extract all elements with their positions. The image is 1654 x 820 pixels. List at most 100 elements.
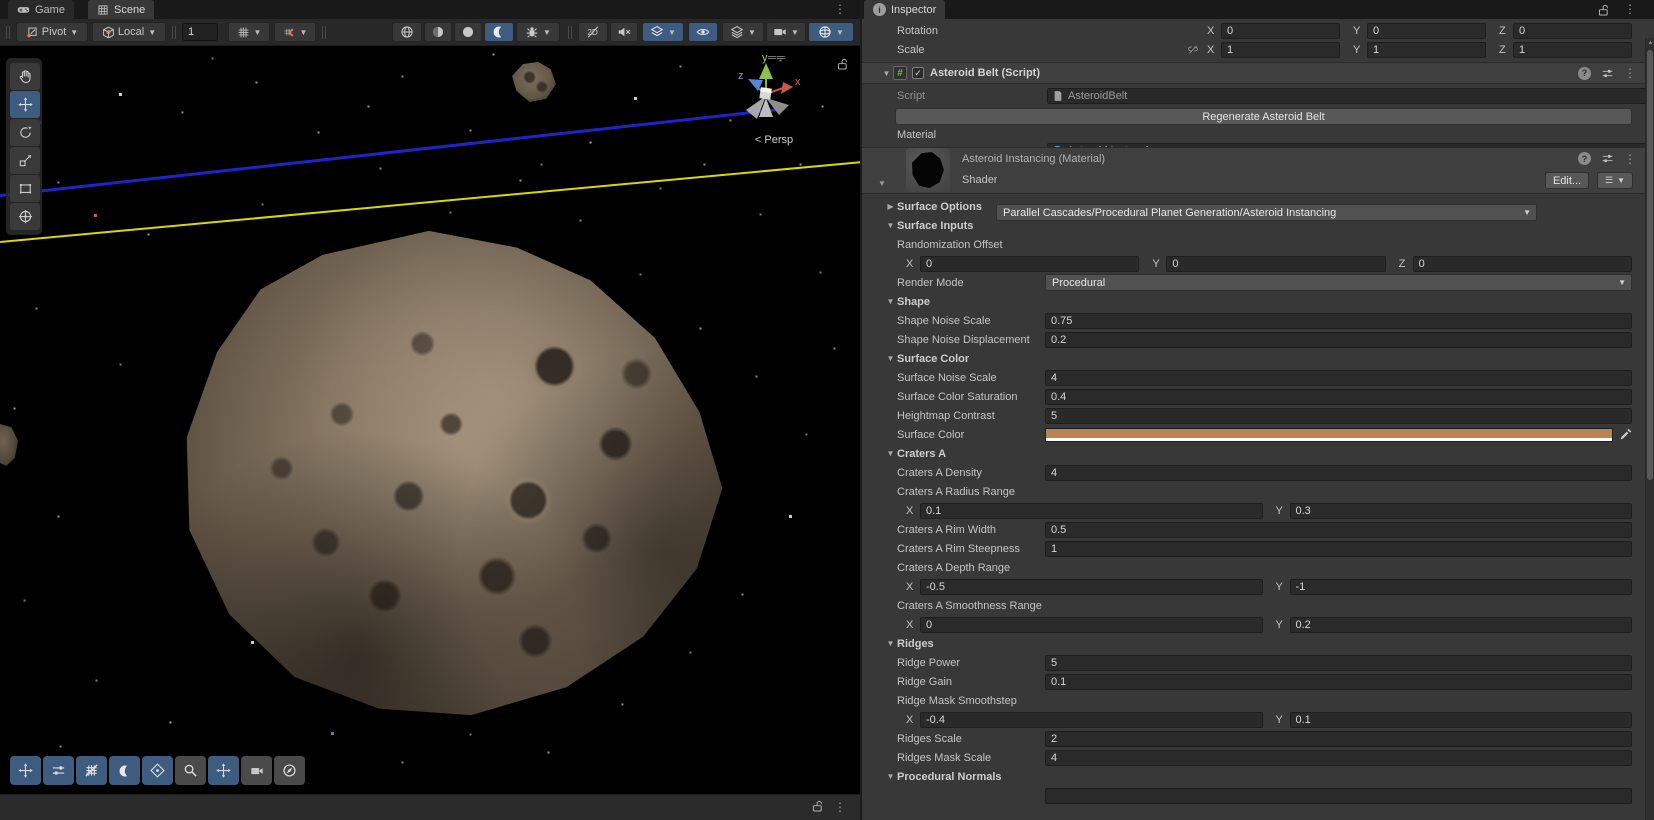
- asteroid-edge[interactable]: [0, 424, 18, 466]
- tab-game[interactable]: Game: [8, 0, 74, 19]
- scale-y-input[interactable]: [1367, 42, 1486, 58]
- foldout-arrow-icon[interactable]: ▼: [880, 69, 893, 78]
- overlay-effects-toggle[interactable]: ▼: [642, 22, 684, 42]
- regenerate-asteroid-belt-button[interactable]: Regenerate Asteroid Belt: [895, 108, 1632, 125]
- scale-x-input[interactable]: [1221, 42, 1340, 58]
- vec2-y-input[interactable]: [1289, 502, 1632, 519]
- toolbar-handle[interactable]: [6, 26, 10, 39]
- scale-tool-button[interactable]: [10, 147, 40, 174]
- field-heightmap-contrast[interactable]: [1045, 407, 1632, 424]
- inspector-scrollbar[interactable]: ▲: [1645, 38, 1654, 820]
- material-preview-thumbnail[interactable]: [906, 148, 950, 192]
- footer-menu-icon[interactable]: ⋮: [834, 801, 846, 813]
- help-icon[interactable]: ?: [1578, 66, 1591, 80]
- field-field[interactable]: [1045, 787, 1632, 804]
- foldout-arrow-icon[interactable]: ▼: [884, 297, 897, 306]
- layers-dropdown[interactable]: ▼: [722, 22, 764, 42]
- property-row-surface-color[interactable]: ▼ Surface Color: [862, 349, 1654, 368]
- shaded-mode-button[interactable]: [454, 22, 482, 42]
- gizmo-y-cone[interactable]: [759, 63, 773, 79]
- tab-scene[interactable]: Scene: [88, 0, 155, 19]
- field-craters-a-rim-width[interactable]: [1045, 521, 1632, 538]
- gizmos-toggle[interactable]: ▼: [808, 22, 854, 42]
- overlay-navigation-button[interactable]: [274, 756, 305, 785]
- shader-menu-button[interactable]: ☰ ▼: [1597, 172, 1633, 189]
- vec2-x-input[interactable]: [920, 578, 1263, 595]
- gizmo-x-cone[interactable]: [781, 82, 793, 94]
- camera-dropdown[interactable]: ▼: [766, 22, 806, 42]
- snap-increment-button[interactable]: ▼: [274, 22, 316, 42]
- scale-z-input[interactable]: [1513, 42, 1632, 58]
- inspector-lock-icon[interactable]: [1597, 4, 1610, 17]
- property-row-shape[interactable]: ▼ Shape: [862, 292, 1654, 311]
- vec2-y-input[interactable]: [1289, 616, 1632, 633]
- vec2-y-input[interactable]: [1289, 711, 1632, 728]
- orientation-gizmo[interactable]: y z x: [726, 52, 806, 136]
- dropdown-render-mode[interactable]: Procedural ▼: [1045, 274, 1632, 291]
- foldout-arrow-icon[interactable]: ▼: [884, 221, 897, 230]
- shaded-wireframe-button[interactable]: [424, 22, 452, 42]
- vec3-z-input[interactable]: [1412, 255, 1632, 272]
- overlay-view-options-button[interactable]: [109, 756, 140, 785]
- overlay-tools-button[interactable]: [10, 756, 41, 785]
- lighting-toggle[interactable]: [484, 22, 514, 42]
- property-row-ridges[interactable]: ▼ Ridges: [862, 634, 1654, 653]
- rotation-x-input[interactable]: [1221, 23, 1340, 39]
- material-foldout-icon[interactable]: ▼: [878, 179, 886, 188]
- component-enabled-checkbox[interactable]: ✓: [912, 67, 924, 79]
- rotation-y-input[interactable]: [1367, 23, 1486, 39]
- unlink-scale-icon[interactable]: [1187, 44, 1207, 56]
- material-header[interactable]: Asteroid Instancing (Material) ? ⋮: [862, 147, 1654, 169]
- material-menu-icon[interactable]: ⋮: [1624, 153, 1636, 165]
- rect-tool-button[interactable]: [10, 175, 40, 202]
- hand-tool-button[interactable]: [10, 63, 40, 90]
- foldout-arrow-icon[interactable]: ▼: [884, 449, 897, 458]
- inspector-menu-icon[interactable]: ⋮: [1624, 3, 1636, 15]
- surface-color-swatch[interactable]: [1045, 427, 1613, 442]
- property-row-craters-a[interactable]: ▼ Craters A: [862, 444, 1654, 463]
- draw-mode-button[interactable]: [392, 22, 422, 42]
- presets-icon[interactable]: [1601, 67, 1614, 80]
- overlay-grid-snap-button[interactable]: [76, 756, 107, 785]
- field-shape-noise-displacement[interactable]: [1045, 331, 1632, 348]
- perspective-label[interactable]: < Persp: [736, 134, 812, 146]
- vec2-x-input[interactable]: [920, 502, 1263, 519]
- move-tool-button[interactable]: [10, 91, 40, 118]
- field-ridges-scale[interactable]: [1045, 730, 1632, 747]
- component-menu-icon[interactable]: ⋮: [1624, 67, 1636, 79]
- rotate-tool-button[interactable]: [10, 119, 40, 146]
- field-shape-noise-scale[interactable]: [1045, 312, 1632, 329]
- overlay-search-button[interactable]: [175, 756, 206, 785]
- scroll-up-icon[interactable]: ▲: [1647, 40, 1654, 46]
- field-surface-noise-scale[interactable]: [1045, 369, 1632, 386]
- component-header[interactable]: ▼ # ✓ Asteroid Belt (Script) ? ⋮: [862, 62, 1654, 84]
- grid-size-input[interactable]: [182, 23, 218, 41]
- 2d-toggle[interactable]: 2D: [578, 22, 608, 42]
- field-craters-a-rim-steepness[interactable]: [1045, 540, 1632, 557]
- vec3-x-input[interactable]: [920, 255, 1140, 272]
- effects-menu-button[interactable]: ▼: [516, 22, 560, 42]
- overlay-orientation-button[interactable]: [208, 756, 239, 785]
- field-ridges-mask-scale[interactable]: [1045, 749, 1632, 766]
- vec2-x-input[interactable]: [920, 711, 1263, 728]
- foldout-arrow-icon[interactable]: ▼: [884, 772, 897, 781]
- snap-grid-button[interactable]: ▼: [228, 22, 270, 42]
- transform-tool-button[interactable]: [10, 203, 40, 230]
- scene-viewport[interactable]: ══ y z x < Persp: [0, 46, 860, 794]
- foldout-arrow-icon[interactable]: ▼: [884, 639, 897, 648]
- asteroid-large[interactable]: [160, 207, 740, 738]
- scrollbar-thumb[interactable]: [1647, 50, 1653, 480]
- property-row-surface-inputs[interactable]: ▼ Surface Inputs: [862, 216, 1654, 235]
- vec2-y-input[interactable]: [1289, 578, 1632, 595]
- pivot-toggle-button[interactable]: Pivot ▼: [16, 22, 88, 42]
- presets-icon[interactable]: [1601, 152, 1614, 165]
- tab-inspector[interactable]: i Inspector: [864, 0, 946, 19]
- shader-edit-button[interactable]: Edit...: [1545, 172, 1589, 189]
- property-row-surface-options[interactable]: ▶ Surface Options: [862, 197, 1654, 216]
- footer-lock-icon[interactable]: [811, 800, 824, 813]
- script-object-field[interactable]: AsteroidBelt: [1047, 88, 1654, 104]
- field-surface-color-saturation[interactable]: [1045, 388, 1632, 405]
- foldout-arrow-icon[interactable]: ▶: [884, 202, 897, 211]
- property-row-procedural-normals[interactable]: ▼ Procedural Normals: [862, 767, 1654, 786]
- rotation-z-input[interactable]: [1513, 23, 1632, 39]
